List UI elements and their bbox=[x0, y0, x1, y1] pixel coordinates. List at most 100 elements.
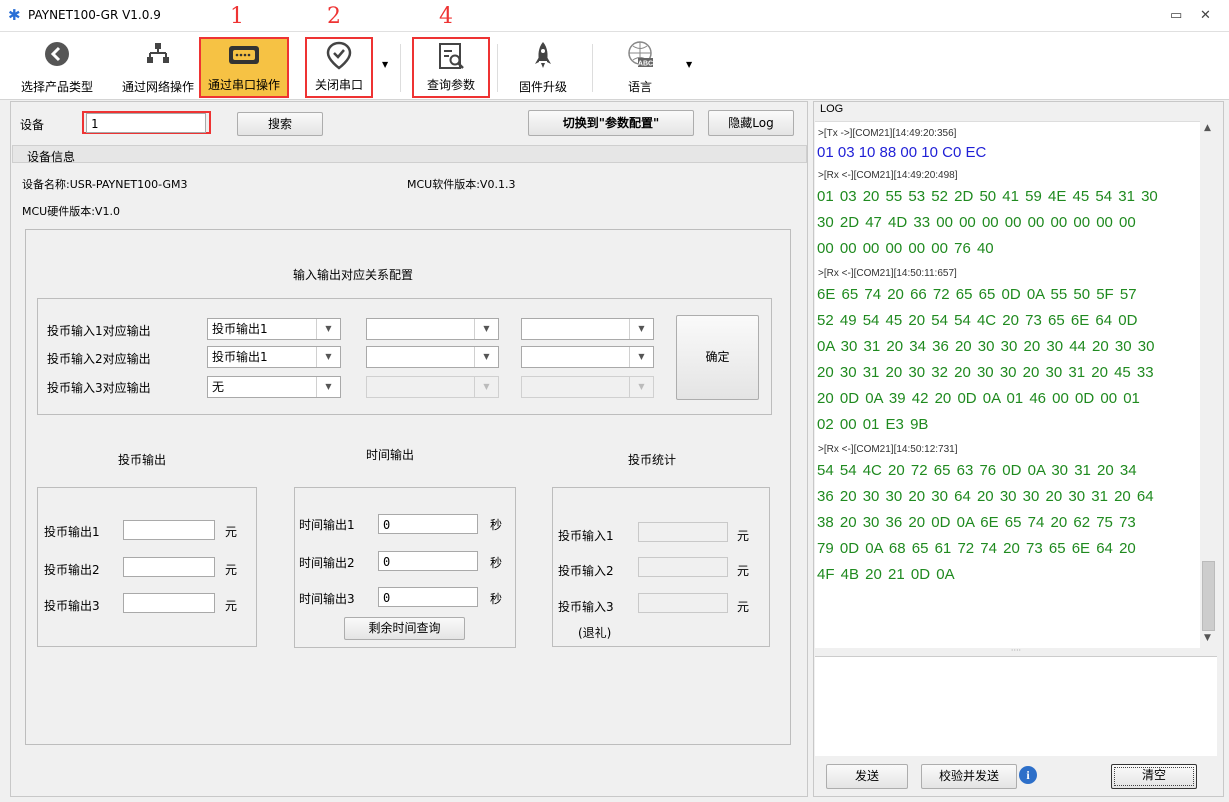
chevron-down-icon: ▼ bbox=[316, 347, 340, 367]
time-out-input[interactable]: 0 bbox=[378, 514, 478, 534]
select-product-label: 选择产品类型 bbox=[20, 80, 93, 94]
splitter-handle[interactable]: ···· bbox=[815, 647, 1217, 656]
unit-label: 元 bbox=[225, 563, 238, 577]
mapping-row-label: 投币输入1对应输出 bbox=[47, 324, 151, 338]
coin-stat-readout bbox=[638, 522, 728, 542]
mapping-select[interactable]: ▼ bbox=[521, 318, 654, 340]
log-rx-line: 38 20 30 36 20 0D 0A 6E 65 74 20 62 75 7… bbox=[817, 514, 1136, 531]
language-label: 语言 bbox=[627, 80, 652, 94]
log-scrollbar[interactable]: ▲ ▼ bbox=[1200, 121, 1217, 648]
search-button[interactable]: 搜索 bbox=[237, 112, 323, 136]
log-rx-line: 52 49 54 45 20 54 54 4C 20 73 65 6E 64 0… bbox=[817, 312, 1138, 329]
svg-text:ABC: ABC bbox=[638, 61, 653, 68]
minimize-icon[interactable]: ▭ bbox=[1170, 8, 1182, 23]
window-title: PAYNET100-GR V1.0.9 bbox=[28, 8, 161, 22]
toolbar-separator bbox=[400, 44, 401, 92]
close-icon[interactable]: ✕ bbox=[1200, 8, 1211, 23]
device-name-text: 设备名称:USR-PAYNET100-GM3 bbox=[22, 178, 188, 191]
time-out-label: 时间输出1 bbox=[299, 518, 355, 532]
app-logo-icon: ✱ bbox=[8, 6, 21, 24]
device-info-header: 设备信息 bbox=[12, 145, 807, 164]
firmware-button[interactable]: 固件升级 bbox=[508, 38, 578, 98]
mapping-select-disabled: ▼ bbox=[366, 376, 499, 398]
coin-stat-label: 投币输入3 bbox=[558, 600, 614, 614]
close-serial-dropdown-icon[interactable]: ▼ bbox=[382, 60, 388, 69]
unit-label: 秒 bbox=[490, 518, 503, 532]
log-tx-line: 01 03 10 88 00 10 C0 EC bbox=[817, 144, 987, 161]
hide-log-button[interactable]: 隐藏Log bbox=[708, 110, 794, 136]
mapping-row-label: 投币输入3对应输出 bbox=[47, 381, 151, 395]
coin-out-input[interactable] bbox=[123, 557, 215, 577]
scroll-up-icon[interactable]: ▲ bbox=[1204, 123, 1211, 133]
coin-out-label: 投币输出3 bbox=[44, 599, 100, 613]
language-dropdown-icon[interactable]: ▼ bbox=[686, 60, 692, 69]
confirm-button[interactable]: 确定 bbox=[676, 315, 759, 400]
coin-out-input[interactable] bbox=[123, 593, 215, 613]
log-entry-header: >[Rx <-][COM21][14:50:12:731] bbox=[818, 444, 958, 455]
scroll-thumb[interactable] bbox=[1202, 561, 1215, 631]
time-out-input[interactable]: 0 bbox=[378, 551, 478, 571]
coin-out-input[interactable] bbox=[123, 520, 215, 540]
query-document-icon bbox=[439, 43, 464, 69]
coin-stat-title: 投币统计 bbox=[628, 453, 677, 467]
query-params-button[interactable]: 查询参数 bbox=[412, 37, 490, 98]
annotation-1: 1 bbox=[230, 4, 244, 29]
back-arrow-icon bbox=[45, 42, 69, 66]
device-label: 设备 bbox=[20, 118, 45, 132]
network-op-button[interactable]: 通过网络操作 bbox=[116, 38, 200, 98]
log-rx-line: 54 54 4C 20 72 65 63 76 0D 0A 30 31 20 3… bbox=[817, 462, 1137, 479]
log-title: LOG bbox=[820, 103, 844, 115]
rocket-icon bbox=[535, 42, 551, 68]
mapping-select[interactable]: ▼ bbox=[521, 346, 654, 368]
log-rx-line: 20 0D 0A 39 42 20 0D 0A 01 46 00 0D 00 0… bbox=[817, 390, 1140, 407]
log-rx-line: 4F 4B 20 21 0D 0A bbox=[817, 566, 955, 583]
chevron-down-icon: ▼ bbox=[629, 319, 653, 339]
time-out-label: 时间输出3 bbox=[299, 592, 355, 606]
scroll-down-icon[interactable]: ▼ bbox=[1204, 633, 1211, 643]
chevron-down-icon: ▼ bbox=[474, 319, 498, 339]
clear-button[interactable]: 清空 bbox=[1111, 764, 1197, 789]
send-textarea[interactable] bbox=[815, 656, 1217, 756]
coin-out-title: 投币输出 bbox=[118, 453, 167, 467]
mapping-select-value: 无 bbox=[212, 380, 225, 394]
unit-label: 秒 bbox=[490, 592, 503, 606]
time-out-input[interactable]: 0 bbox=[378, 587, 478, 607]
log-rx-line: 00 00 00 00 00 00 76 40 bbox=[817, 240, 994, 257]
log-view[interactable]: >[Tx ->][COM21][14:49:20:356] 01 03 10 88… bbox=[815, 121, 1217, 648]
unit-label: 元 bbox=[737, 564, 750, 578]
log-entry-header: >[Rx <-][COM21][14:49:20:498] bbox=[818, 170, 958, 181]
mapping-select[interactable]: ▼ bbox=[366, 346, 499, 368]
serial-op-button[interactable]: 通过串口操作 bbox=[199, 37, 289, 98]
mapping-select[interactable]: ▼ bbox=[366, 318, 499, 340]
mapping-select-value: 投币输出1 bbox=[212, 322, 268, 336]
log-rx-line: 01 03 20 55 53 52 2D 50 41 59 4E 45 54 3… bbox=[817, 188, 1158, 205]
close-serial-button[interactable]: 关闭串口 bbox=[305, 37, 373, 98]
serial-op-label: 通过串口操作 bbox=[207, 78, 280, 92]
chevron-down-icon: ▼ bbox=[474, 377, 498, 397]
device-input[interactable]: 1 bbox=[86, 113, 206, 133]
remaining-time-query-button[interactable]: 剩余时间查询 bbox=[344, 617, 465, 640]
chevron-down-icon: ▼ bbox=[629, 347, 653, 367]
select-product-button[interactable]: 选择产品类型 bbox=[14, 38, 100, 98]
mapping-select[interactable]: 无 ▼ bbox=[207, 376, 341, 398]
mapping-select[interactable]: 投币输出1 ▼ bbox=[207, 318, 341, 340]
query-params-label: 查询参数 bbox=[426, 78, 475, 92]
mcu-sw-text: MCU软件版本:V0.1.3 bbox=[407, 178, 516, 191]
switch-config-button[interactable]: 切换到"参数配置" bbox=[528, 110, 694, 136]
firmware-label: 固件升级 bbox=[518, 80, 567, 94]
language-button[interactable]: ABC 语言 bbox=[608, 38, 672, 98]
log-rx-line: 30 2D 47 4D 33 00 00 00 00 00 00 00 00 0… bbox=[817, 214, 1136, 231]
check-send-button[interactable]: 校验并发送 bbox=[921, 764, 1017, 789]
coin-stat-label: 投币输入1 bbox=[558, 529, 614, 543]
log-rx-line: 6E 65 74 20 66 72 65 65 0D 0A 55 50 5F 5… bbox=[817, 286, 1137, 303]
info-icon[interactable]: i bbox=[1019, 766, 1037, 784]
network-icon bbox=[147, 43, 169, 63]
log-rx-line: 0A 30 31 20 34 36 20 30 30 20 30 44 20 3… bbox=[817, 338, 1155, 355]
send-button[interactable]: 发送 bbox=[826, 764, 908, 789]
device-info-title: 设备信息 bbox=[27, 150, 76, 164]
log-entry-header: >[Tx ->][COM21][14:49:20:356] bbox=[818, 128, 957, 139]
log-rx-line: 20 30 31 20 30 32 20 30 30 20 30 31 20 4… bbox=[817, 364, 1154, 381]
globe-abc-icon: ABC bbox=[628, 41, 653, 68]
mapping-select[interactable]: 投币输出1 ▼ bbox=[207, 346, 341, 368]
mapping-title: 输入输出对应关系配置 bbox=[293, 268, 414, 282]
